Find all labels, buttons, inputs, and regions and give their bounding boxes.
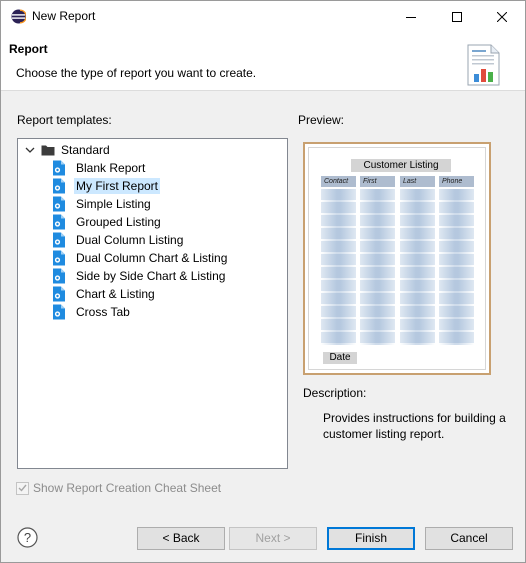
preview-column-cells: [400, 189, 435, 345]
tree-item[interactable]: Grouped Listing: [52, 213, 161, 231]
preview-report-title: Customer Listing: [351, 159, 451, 172]
close-button[interactable]: [479, 1, 525, 32]
preview-column-header: Phone: [439, 176, 474, 187]
page-description: Choose the type of report you want to cr…: [16, 66, 257, 80]
report-template-icon: [53, 286, 65, 302]
cheat-sheet-checkbox[interactable]: [16, 481, 29, 495]
tree-item-label: Chart & Listing: [76, 287, 155, 301]
preview-column: Last: [400, 176, 435, 345]
maximize-icon: [452, 11, 462, 22]
preview-column-cells: [439, 189, 474, 345]
tree-item-label: Simple Listing: [76, 197, 151, 211]
folder-icon: [41, 145, 55, 156]
tree-item-label: Dual Column Listing: [76, 233, 184, 247]
title-bar: New Report: [1, 1, 525, 32]
preview-column: Contact: [321, 176, 356, 345]
report-template-icon: [53, 196, 65, 212]
tree-item-label: Grouped Listing: [76, 215, 161, 229]
tree-item[interactable]: Blank Report: [52, 159, 145, 177]
report-template-icon: [53, 304, 65, 320]
tree-node-standard[interactable]: Standard: [24, 141, 110, 159]
help-icon[interactable]: ?: [17, 527, 38, 548]
description-text: Provides instructions for building a cus…: [323, 411, 506, 441]
minimize-button[interactable]: [388, 1, 434, 32]
report-template-icon: [53, 178, 65, 194]
tree-item-label: Dual Column Chart & Listing: [76, 251, 228, 265]
wizard-banner: Report Choose the type of report you wan…: [1, 32, 525, 91]
preview-label: Preview:: [298, 113, 345, 127]
tree-item-label: Side by Side Chart & Listing: [76, 269, 226, 283]
preview-column-header: Contact: [321, 176, 356, 187]
tree-item[interactable]: My First Report: [52, 177, 161, 195]
preview-column-cells: [321, 189, 356, 345]
cheat-sheet-label: Show Report Creation Cheat Sheet: [33, 481, 222, 495]
tree-item[interactable]: Dual Column Chart & Listing: [52, 249, 227, 267]
page-title: Report: [9, 42, 48, 56]
tree-item-label: Cross Tab: [76, 305, 130, 319]
close-icon: [497, 11, 507, 22]
report-template-icon: [53, 214, 65, 230]
back-button[interactable]: < Back: [137, 527, 225, 550]
svg-text:?: ?: [24, 530, 31, 545]
tree-item-label: My First Report: [74, 178, 161, 194]
description-label: Description:: [303, 386, 367, 400]
preview-column: Phone: [439, 176, 474, 345]
tree-item[interactable]: Side by Side Chart & Listing: [52, 267, 225, 285]
maximize-button[interactable]: [434, 1, 480, 32]
tree-item-label: Blank Report: [76, 161, 146, 175]
report-preview: Customer Listing Contact First Last Phon…: [308, 147, 486, 370]
report-template-icon: [53, 268, 65, 284]
preview-column-header: Last: [400, 176, 435, 187]
window-title: New Report: [32, 9, 96, 23]
cancel-button[interactable]: Cancel: [425, 527, 513, 550]
report-templates-label: Report templates:: [17, 113, 112, 127]
tree-item[interactable]: Cross Tab: [52, 303, 130, 321]
report-template-icon: [53, 160, 65, 176]
preview-column-cells: [360, 189, 395, 345]
tree-item[interactable]: Chart & Listing: [52, 285, 155, 303]
new-report-dialog: New Report Report Choose the type of rep…: [0, 0, 526, 563]
report-template-icon: [53, 250, 65, 266]
minimize-icon: [406, 16, 416, 18]
report-wizard-icon: [467, 44, 500, 86]
preview-frame: Customer Listing Contact First Last Phon…: [303, 142, 491, 375]
preview-footer-date: Date: [323, 352, 357, 364]
report-template-icon: [53, 232, 65, 248]
preview-column: First: [360, 176, 395, 345]
next-button[interactable]: Next >: [229, 527, 317, 550]
tree-root-label: Standard: [61, 143, 110, 157]
chevron-down-icon[interactable]: [24, 144, 36, 156]
templates-tree[interactable]: Standard Blank Report My First Report Simp…: [17, 138, 288, 469]
finish-button[interactable]: Finish: [327, 527, 415, 550]
tree-item[interactable]: Simple Listing: [52, 195, 151, 213]
tree-item[interactable]: Dual Column Listing: [52, 231, 183, 249]
preview-column-header: First: [360, 176, 395, 187]
cheat-sheet-option: Show Report Creation Cheat Sheet: [16, 481, 221, 495]
checkmark-icon: [18, 484, 27, 492]
eclipse-icon: [11, 9, 26, 24]
